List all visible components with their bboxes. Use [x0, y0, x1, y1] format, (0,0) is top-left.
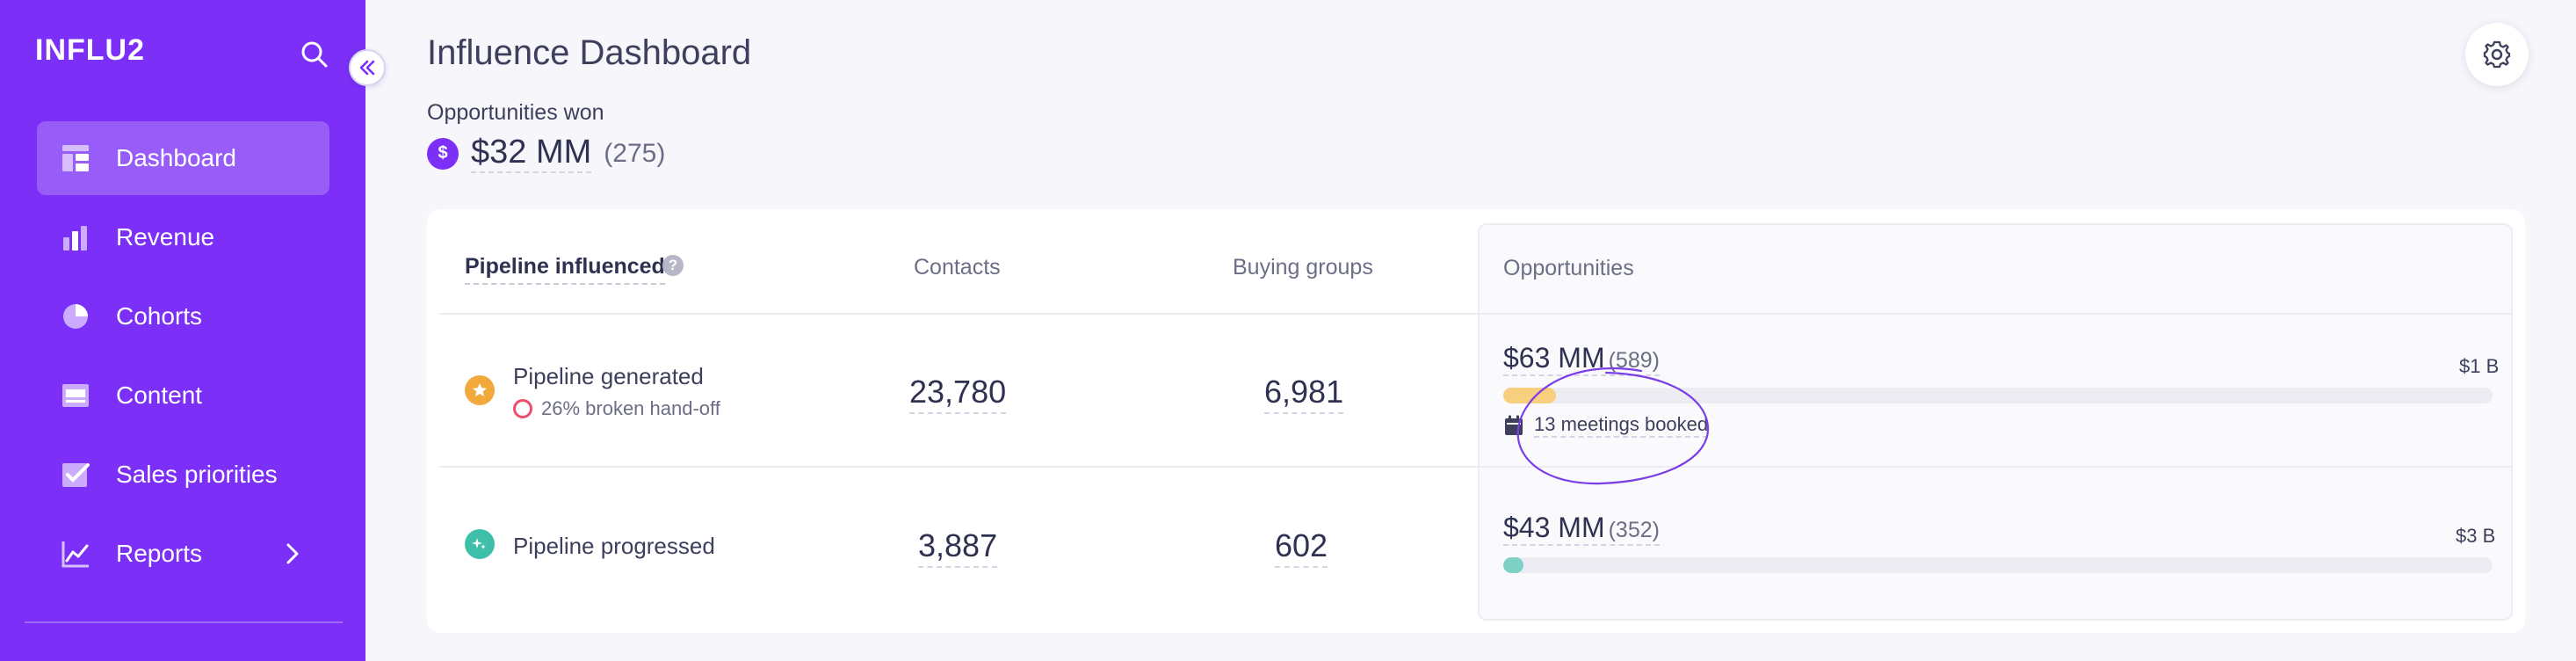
- checkbox-icon: [62, 461, 90, 489]
- row-divider: [439, 313, 2513, 315]
- row-title: Pipeline generated: [513, 363, 704, 389]
- opportunities-won-summary: $ $32 MM (275): [427, 134, 665, 173]
- sidebar-item-content[interactable]: Content: [37, 359, 329, 432]
- dashboard-icon: [62, 144, 90, 172]
- line-chart-icon: [62, 540, 90, 568]
- contacts-value[interactable]: 23,780: [909, 374, 1007, 414]
- row-title: Pipeline progressed: [513, 533, 715, 559]
- sidebar: INFLU2 Dashboard Revenue Cohorts Content…: [0, 0, 365, 661]
- opportunity-amount[interactable]: $43 MM (352): [1503, 512, 1660, 546]
- opportunity-count: (352): [1608, 518, 1660, 542]
- pie-chart-icon: [62, 302, 90, 330]
- help-icon[interactable]: ?: [662, 255, 684, 276]
- sidebar-item-label: Revenue: [116, 223, 215, 251]
- sparkle-icon: [465, 529, 495, 559]
- contacts-value[interactable]: 3,887: [918, 527, 998, 568]
- brand-logo[interactable]: INFLU2: [35, 33, 145, 68]
- sidebar-item-label: Dashboard: [116, 144, 236, 171]
- won-count: (275): [604, 138, 666, 168]
- progress-bar-fill: [1503, 557, 1523, 573]
- settings-button[interactable]: [2465, 23, 2529, 86]
- column-header-opportunities: Opportunities: [1503, 256, 1634, 280]
- sidebar-item-label: Content: [116, 381, 203, 409]
- buying-groups-value[interactable]: 6,981: [1264, 374, 1344, 414]
- warning-ring-icon: [513, 399, 532, 418]
- column-header-contacts: Contacts: [914, 255, 1001, 280]
- sidebar-item-dashboard[interactable]: Dashboard: [37, 121, 329, 195]
- handdrawn-circle-annotation: [1516, 367, 1710, 485]
- buying-groups-value[interactable]: 602: [1275, 527, 1328, 568]
- row-divider: [439, 466, 2513, 468]
- row-subtitle: 26% broken hand-off: [541, 397, 720, 419]
- opportunity-max: $3 B: [2456, 525, 2496, 547]
- search-icon[interactable]: [299, 39, 330, 70]
- opportunity-amount-value: $43 MM: [1503, 512, 1605, 543]
- star-icon: [465, 375, 495, 405]
- sidebar-divider: [25, 621, 343, 623]
- sidebar-item-revenue[interactable]: Revenue: [37, 200, 329, 274]
- gear-icon: [2483, 40, 2511, 69]
- broken-handoff-indicator[interactable]: 26% broken hand-off: [513, 397, 720, 420]
- page-title: Influence Dashboard: [427, 33, 752, 72]
- won-amount[interactable]: $32 MM: [471, 134, 592, 173]
- double-chevron-left-icon: [359, 60, 375, 76]
- content-icon: [62, 381, 90, 410]
- collapse-sidebar-button[interactable]: [349, 49, 386, 86]
- dollar-badge-icon: $: [427, 137, 459, 170]
- sidebar-item-reports[interactable]: Reports: [37, 517, 329, 591]
- column-header-buying-groups: Buying groups: [1233, 255, 1373, 280]
- sidebar-item-cohorts[interactable]: Cohorts: [37, 280, 329, 353]
- opportunities-won-label: Opportunities won: [427, 100, 604, 125]
- opportunity-max: $1 B: [2459, 355, 2500, 377]
- sidebar-item-label: Cohorts: [116, 302, 203, 330]
- sidebar-item-sales-priorities[interactable]: Sales priorities: [37, 438, 329, 512]
- chevron-right-icon: [284, 541, 301, 566]
- sidebar-item-label: Reports: [116, 540, 203, 567]
- bar-chart-icon: [62, 223, 90, 251]
- sidebar-item-label: Sales priorities: [116, 461, 278, 488]
- column-header-pipeline[interactable]: Pipeline influenced: [465, 254, 665, 285]
- progress-bar: [1503, 557, 2493, 573]
